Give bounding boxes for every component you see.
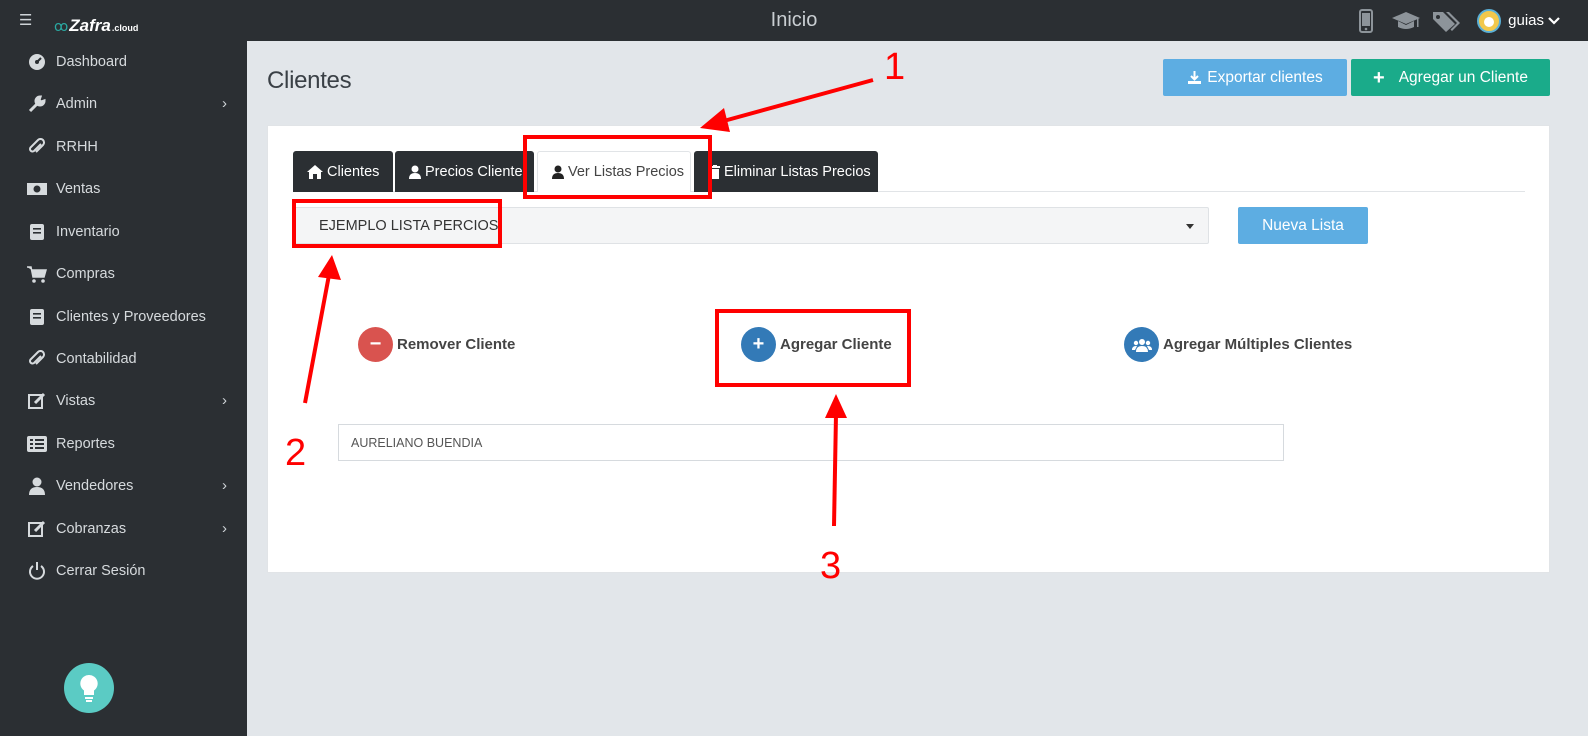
tab-clientes[interactable]: Clientes: [293, 151, 393, 192]
sidebar: Dashboard Admin › RRHH Ventas Inventario…: [0, 41, 247, 736]
add-multiple-clients-button[interactable]: Agregar Múltiples Clientes: [1124, 327, 1352, 362]
sidebar-item-inventario[interactable]: Inventario: [0, 217, 247, 247]
sidebar-item-vistas[interactable]: Vistas ›: [0, 386, 247, 416]
remove-client-button[interactable]: − Remover Cliente: [358, 327, 515, 362]
edit-icon: [27, 520, 47, 538]
tab-label: Precios Cliente: [425, 163, 523, 180]
remove-client-label: Remover Cliente: [397, 336, 516, 353]
add-client-label: Agregar un Cliente: [1398, 68, 1528, 86]
sidebar-item-label: Vistas: [56, 393, 96, 409]
money-icon: [27, 180, 47, 198]
new-list-button[interactable]: Nueva Lista: [1238, 207, 1368, 244]
client-list-item[interactable]: AURELIANO BUENDIA: [338, 424, 1284, 461]
dashboard-icon: [27, 53, 47, 71]
tags-icon[interactable]: [1429, 6, 1463, 36]
sidebar-item-label: Clientes y Proveedores: [56, 309, 206, 325]
sidebar-item-clientes-proveedores[interactable]: Clientes y Proveedores: [0, 302, 247, 332]
annotation-number-2: 2: [285, 432, 307, 474]
sidebar-item-label: Vendedores: [56, 478, 134, 494]
sidebar-item-contabilidad[interactable]: Contabilidad: [0, 344, 247, 374]
plus-icon: +: [1373, 66, 1385, 89]
client-name: AURELIANO BUENDIA: [351, 435, 483, 450]
sidebar-item-label: Compras: [56, 266, 115, 282]
chevron-right-icon: ›: [222, 520, 227, 537]
tab-eliminar-listas-precios[interactable]: Eliminar Listas Precios: [694, 151, 878, 192]
sidebar-item-cerrar-sesion[interactable]: Cerrar Sesión: [0, 556, 247, 586]
top-bar: ☰ ꝏ Zafra .cloud Inicio guias: [0, 0, 1588, 41]
user-icon: [409, 165, 421, 179]
user-icon: [27, 477, 47, 495]
paperclip-icon: [27, 350, 47, 368]
annotation-number-1: 1: [884, 46, 906, 88]
wrench-icon: [27, 95, 47, 113]
tab-label: Clientes: [327, 163, 380, 180]
graduation-cap-icon[interactable]: [1389, 6, 1423, 36]
sidebar-item-label: Admin: [56, 96, 98, 112]
sidebar-item-cobranzas[interactable]: Cobranzas ›: [0, 514, 247, 544]
annotation-box-tab: [523, 135, 712, 199]
home-icon: [307, 164, 323, 179]
annotation-number-3: 3: [820, 545, 842, 587]
chevron-right-icon: ›: [222, 392, 227, 409]
mobile-icon[interactable]: [1349, 6, 1383, 36]
sidebar-item-label: Contabilidad: [56, 351, 137, 367]
power-icon: [27, 562, 47, 580]
export-clients-button[interactable]: Exportar clientes: [1163, 59, 1347, 96]
sidebar-item-label: Inventario: [56, 224, 120, 240]
annotation-box-select: [292, 199, 502, 248]
add-client-button[interactable]: + Agregar un Cliente: [1351, 59, 1550, 96]
new-list-label: Nueva Lista: [1262, 216, 1344, 234]
sidebar-item-rrhh[interactable]: RRHH: [0, 132, 247, 162]
sidebar-item-label: Dashboard: [56, 54, 127, 70]
download-icon: [1187, 70, 1202, 85]
user-name[interactable]: guias: [1508, 12, 1544, 29]
page-title: Clientes: [267, 67, 352, 94]
sidebar-item-reportes[interactable]: Reportes: [0, 429, 247, 459]
sidebar-item-label: RRHH: [56, 139, 98, 155]
sidebar-item-compras[interactable]: Compras: [0, 259, 247, 289]
paperclip-icon: [27, 138, 47, 156]
add-multiple-clients-label: Agregar Múltiples Clientes: [1163, 336, 1353, 353]
minus-icon: −: [358, 327, 393, 362]
sidebar-item-label: Reportes: [56, 436, 115, 452]
top-icons: guias: [1349, 0, 1588, 41]
tab-precios-cliente[interactable]: Precios Cliente: [395, 151, 534, 192]
sidebar-item-label: Cerrar Sesión: [56, 563, 146, 579]
edit-icon: [27, 392, 47, 410]
sidebar-item-dashboard[interactable]: Dashboard: [0, 47, 247, 77]
export-clients-label: Exportar clientes: [1207, 68, 1323, 86]
users-icon: [1124, 327, 1159, 362]
chevron-right-icon: ›: [222, 477, 227, 494]
sidebar-item-label: Ventas: [56, 181, 101, 197]
annotation-box-add-client: [715, 309, 911, 387]
sidebar-item-vendedores[interactable]: Vendedores ›: [0, 471, 247, 501]
book-icon: [27, 308, 47, 326]
book-icon: [27, 223, 47, 241]
sidebar-item-label: Cobranzas: [56, 521, 127, 537]
chevron-down-icon: [1186, 224, 1194, 229]
chevron-down-icon[interactable]: [1548, 14, 1560, 28]
cart-icon: [27, 265, 47, 283]
avatar[interactable]: [1477, 8, 1502, 33]
sidebar-item-admin[interactable]: Admin ›: [0, 89, 247, 119]
tab-label: Eliminar Listas Precios: [724, 163, 871, 180]
list-icon: [27, 435, 47, 453]
chevron-right-icon: ›: [222, 95, 227, 112]
sidebar-item-ventas[interactable]: Ventas: [0, 174, 247, 204]
lightbulb-icon[interactable]: [64, 663, 114, 713]
